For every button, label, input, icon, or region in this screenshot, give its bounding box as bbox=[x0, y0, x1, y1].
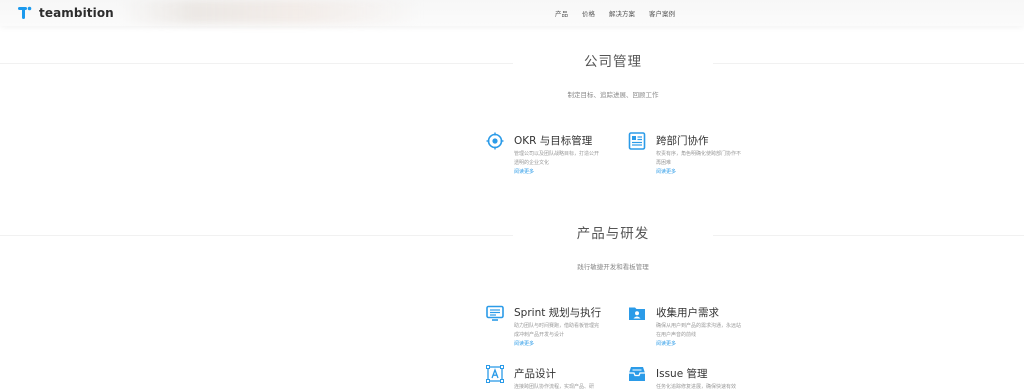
section-divider bbox=[0, 235, 1024, 236]
feature-description: 助力团队与时间赛跑，借助看板管理完成冲刺产品开发与设计 bbox=[514, 323, 600, 338]
document-icon bbox=[628, 132, 646, 150]
feature-description: 权责有序，角色明确化使跨部门协作不再困难 bbox=[656, 151, 742, 166]
brand-name: teambition bbox=[39, 6, 114, 20]
brand-logo[interactable]: teambition bbox=[17, 5, 114, 21]
nav-item-product[interactable]: 产品 bbox=[555, 8, 568, 18]
teambition-logo-icon bbox=[18, 6, 32, 19]
design-icon bbox=[486, 365, 504, 383]
section-subtitle-company: 制定目标、追踪进展、回顾工作 bbox=[567, 91, 659, 99]
feature-title: Issue 管理 bbox=[656, 368, 708, 380]
feature-title: 收集用户需求 bbox=[656, 307, 719, 319]
header-background-blur bbox=[120, 0, 420, 24]
feature-description: 任务化追踪修复进展，确保快速有效 bbox=[656, 384, 737, 390]
section-title-company: 公司管理 bbox=[513, 50, 713, 70]
section-subtitle-product-dev: 践行敏捷开发和看板管理 bbox=[577, 263, 649, 271]
nav-item-customer-cases[interactable]: 客户案例 bbox=[649, 8, 675, 18]
inbox-icon bbox=[629, 367, 645, 381]
feature-title: 跨部门协作 bbox=[656, 135, 709, 147]
feature-description: 管理公司以及团队战略目标，打造公开透明的企业文化 bbox=[514, 151, 600, 166]
nav-item-pricing[interactable]: 价格 bbox=[582, 8, 595, 18]
user-folder-icon bbox=[629, 307, 645, 320]
feature-title: 产品设计 bbox=[514, 368, 556, 380]
read-more-link[interactable]: 阅读更多 bbox=[514, 168, 534, 175]
read-more-link[interactable]: 阅读更多 bbox=[656, 340, 676, 347]
feature-description: 连接跨团队协作流程，实现产品、研 bbox=[514, 384, 595, 390]
read-more-link[interactable]: 阅读更多 bbox=[656, 168, 676, 175]
feature-title: OKR 与目标管理 bbox=[514, 135, 593, 147]
monitor-icon bbox=[486, 305, 504, 321]
feature-title: Sprint 规划与执行 bbox=[514, 307, 602, 319]
read-more-link[interactable]: 阅读更多 bbox=[514, 340, 534, 347]
section-divider bbox=[0, 63, 1024, 64]
top-navigation-bar: teambition 产品 价格 解决方案 客户案例 bbox=[0, 0, 1024, 26]
main-nav: 产品 价格 解决方案 客户案例 bbox=[555, 8, 689, 18]
target-icon bbox=[486, 132, 504, 150]
nav-item-solutions[interactable]: 解决方案 bbox=[609, 8, 635, 18]
section-title-product-dev: 产品与研发 bbox=[513, 222, 713, 242]
feature-description: 确保从用户到产品的需求沟通，永远站在用户声音的前线 bbox=[656, 323, 742, 338]
